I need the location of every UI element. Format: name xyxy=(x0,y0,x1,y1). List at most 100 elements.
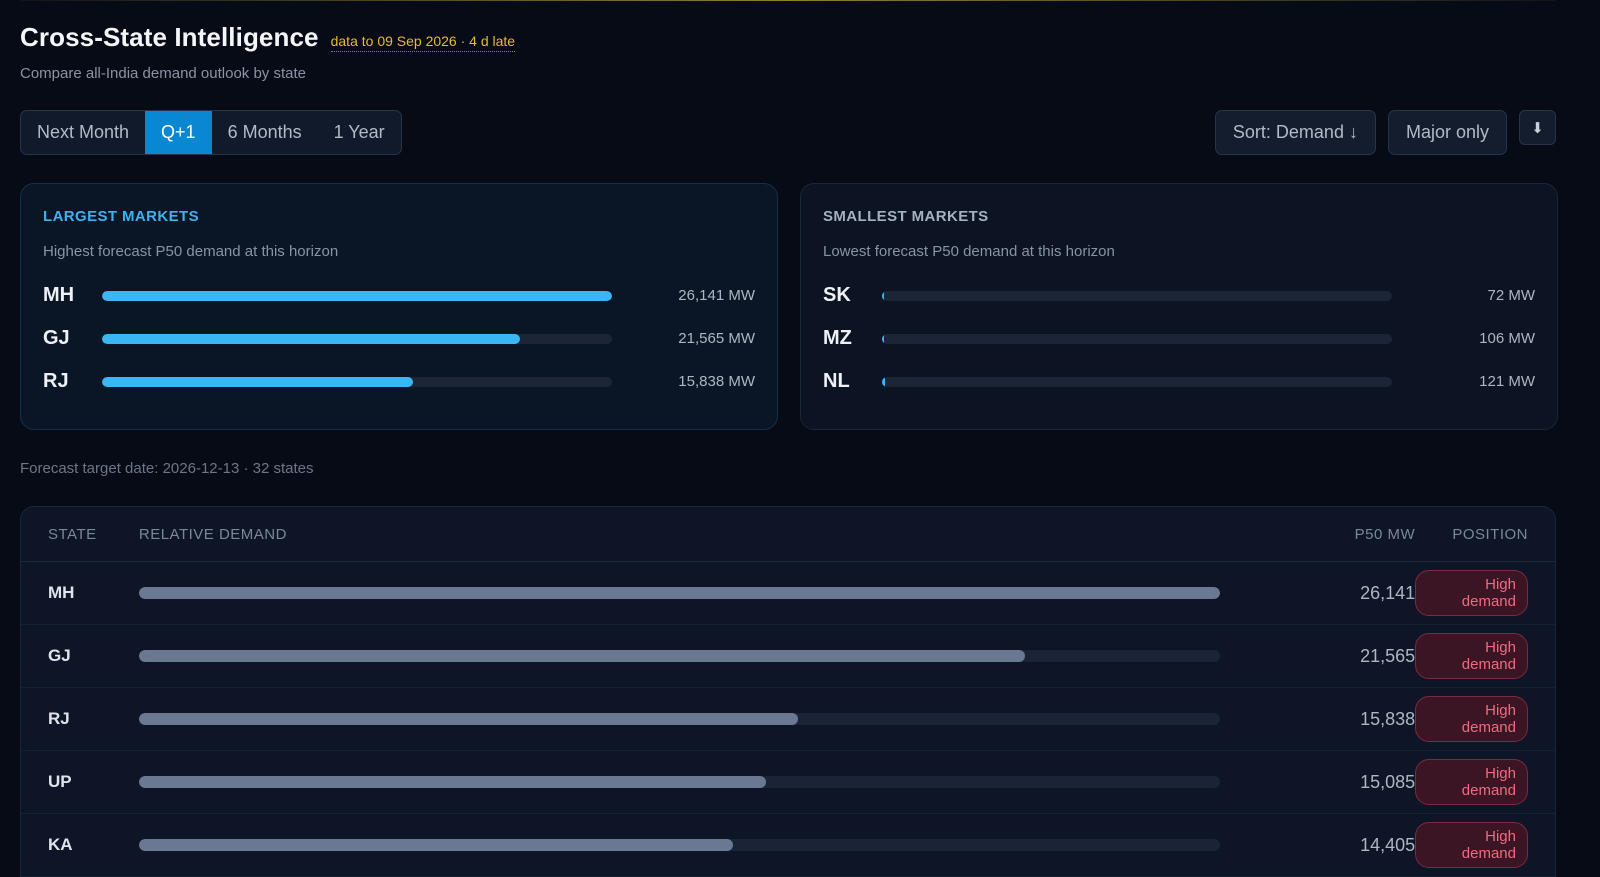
row-bar-cell xyxy=(138,713,1238,725)
position-badge: High demand xyxy=(1415,759,1528,805)
row-state-code: UP xyxy=(48,772,72,791)
row-bar-cell xyxy=(138,776,1238,788)
largest-market-row: RJ 15,838 MW xyxy=(43,360,755,403)
row-position-cell: High demand xyxy=(1415,696,1555,742)
relative-demand-fill xyxy=(138,650,1026,662)
row-p50-mw: 15,085 xyxy=(1360,771,1416,792)
table-row[interactable]: KA 14,405 High demand xyxy=(21,814,1555,877)
market-bar-track xyxy=(882,333,1392,344)
tab-6-months[interactable]: 6 Months xyxy=(212,111,318,154)
smallest-market-row: MZ 106 MW xyxy=(823,317,1535,360)
smallest-markets-list: SK 72 MW MZ 106 MW NL 121 MW xyxy=(823,274,1535,403)
market-bar-track xyxy=(102,290,612,301)
largest-markets-subtitle: Highest forecast P50 demand at this hori… xyxy=(43,243,339,260)
toolbar-controls: Sort: Demand ↓ Major only ⬇ xyxy=(1214,110,1556,155)
relative-demand-fill xyxy=(138,713,799,725)
relative-demand-track xyxy=(138,839,1220,851)
market-bar-fill xyxy=(102,376,414,387)
row-position-cell: High demand xyxy=(1415,822,1555,868)
largest-markets-list: MH 26,141 MW GJ 21,565 MW RJ 15,838 MW xyxy=(43,274,755,403)
market-bar-fill xyxy=(882,290,884,301)
row-position-cell: High demand xyxy=(1415,759,1555,805)
page-title: Cross-State Intelligence xyxy=(20,22,319,52)
relative-demand-track xyxy=(138,713,1220,725)
tab-next-month[interactable]: Next Month xyxy=(21,111,145,154)
download-button[interactable]: ⬇ xyxy=(1519,110,1556,145)
smallest-market-row: SK 72 MW xyxy=(823,274,1535,317)
column-header-relative-demand: RELATIVE DEMAND xyxy=(138,525,287,543)
market-bar-track xyxy=(882,376,1392,387)
row-state-code: RJ xyxy=(48,709,70,728)
market-state-code: RJ xyxy=(43,370,69,392)
row-state-code: KA xyxy=(48,835,73,854)
relative-demand-track xyxy=(138,776,1220,788)
relative-demand-fill xyxy=(138,839,734,851)
largest-markets-card: LARGEST MARKETS Highest forecast P50 dem… xyxy=(20,183,778,430)
row-bar-cell xyxy=(138,839,1238,851)
column-header-state[interactable]: STATE xyxy=(21,526,139,543)
market-bar-fill xyxy=(102,290,612,301)
horizon-tabs: Next Month Q+1 6 Months 1 Year xyxy=(20,110,402,155)
top-accent-line xyxy=(20,0,1555,1)
market-demand-value: 121 MW xyxy=(1479,373,1535,390)
column-header-position: POSITION xyxy=(1452,525,1528,543)
market-bar-fill xyxy=(102,333,521,344)
market-demand-value: 21,565 MW xyxy=(678,330,755,347)
title-row: Cross-State Intelligence data to 09 Sep … xyxy=(20,22,516,53)
largest-market-row: MH 26,141 MW xyxy=(43,274,755,317)
position-badge: High demand xyxy=(1415,822,1528,868)
table-row[interactable]: RJ 15,838 High demand xyxy=(21,688,1555,751)
smallest-markets-card: SMALLEST MARKETS Lowest forecast P50 dem… xyxy=(800,183,1558,430)
position-badge: High demand xyxy=(1415,633,1528,679)
page-subtitle: Compare all-India demand outlook by stat… xyxy=(20,65,306,82)
row-p50-mw: 21,565 xyxy=(1360,645,1416,666)
market-bar-track xyxy=(102,333,612,344)
relative-demand-track xyxy=(138,650,1220,662)
market-demand-value: 26,141 MW xyxy=(678,287,755,304)
relative-demand-fill xyxy=(138,776,766,788)
page-header: Cross-State Intelligence data to 09 Sep … xyxy=(20,22,516,82)
tab-1-year[interactable]: 1 Year xyxy=(318,111,401,154)
smallest-market-row: NL 121 MW xyxy=(823,360,1535,403)
largest-markets-title: LARGEST MARKETS xyxy=(43,208,199,225)
position-badge: High demand xyxy=(1415,570,1528,616)
table-header: STATE RELATIVE DEMAND P50 MW POSITION xyxy=(21,507,1555,562)
market-demand-value: 72 MW xyxy=(1487,287,1535,304)
row-position-cell: High demand xyxy=(1415,633,1555,679)
row-state-code: GJ xyxy=(48,646,71,665)
row-bar-cell xyxy=(138,650,1238,662)
row-p50-mw: 26,141 xyxy=(1360,582,1416,603)
market-bar-track xyxy=(102,376,612,387)
download-icon: ⬇ xyxy=(1531,119,1544,137)
largest-market-row: GJ 21,565 MW xyxy=(43,317,755,360)
market-bar-track xyxy=(882,290,1392,301)
major-only-toggle[interactable]: Major only xyxy=(1387,110,1507,155)
tab-q-plus-1[interactable]: Q+1 xyxy=(145,111,212,154)
sort-button[interactable]: Sort: Demand ↓ xyxy=(1214,110,1376,155)
row-p50-mw: 15,838 xyxy=(1360,708,1416,729)
data-freshness-indicator[interactable]: data to 09 Sep 2026 · 4 d late xyxy=(330,33,516,52)
column-header-p50-mw[interactable]: P50 MW xyxy=(1237,526,1415,543)
table-row[interactable]: UP 15,085 High demand xyxy=(21,751,1555,814)
market-state-code: SK xyxy=(823,284,851,306)
market-state-code: GJ xyxy=(43,327,70,349)
market-state-code: NL xyxy=(823,370,850,392)
market-state-code: MZ xyxy=(823,327,852,349)
market-state-code: MH xyxy=(43,284,75,306)
forecast-target-info: Forecast target date: 2026-12-13 · 32 st… xyxy=(20,460,314,477)
market-demand-value: 15,838 MW xyxy=(678,373,755,390)
market-bar-fill xyxy=(882,376,885,387)
table-row[interactable]: GJ 21,565 High demand xyxy=(21,625,1555,688)
table-row[interactable]: MH 26,141 High demand xyxy=(21,562,1555,625)
row-position-cell: High demand xyxy=(1415,570,1555,616)
smallest-markets-title: SMALLEST MARKETS xyxy=(823,208,989,225)
market-demand-value: 106 MW xyxy=(1479,330,1535,347)
smallest-markets-subtitle: Lowest forecast P50 demand at this horiz… xyxy=(823,243,1115,260)
market-bar-fill xyxy=(882,333,885,344)
state-demand-table: STATE RELATIVE DEMAND P50 MW POSITION MH… xyxy=(20,506,1556,877)
row-bar-cell xyxy=(138,587,1238,599)
relative-demand-track xyxy=(138,587,1220,599)
row-state-code: MH xyxy=(48,583,75,602)
relative-demand-fill xyxy=(138,587,1220,599)
row-p50-mw: 14,405 xyxy=(1360,834,1416,855)
